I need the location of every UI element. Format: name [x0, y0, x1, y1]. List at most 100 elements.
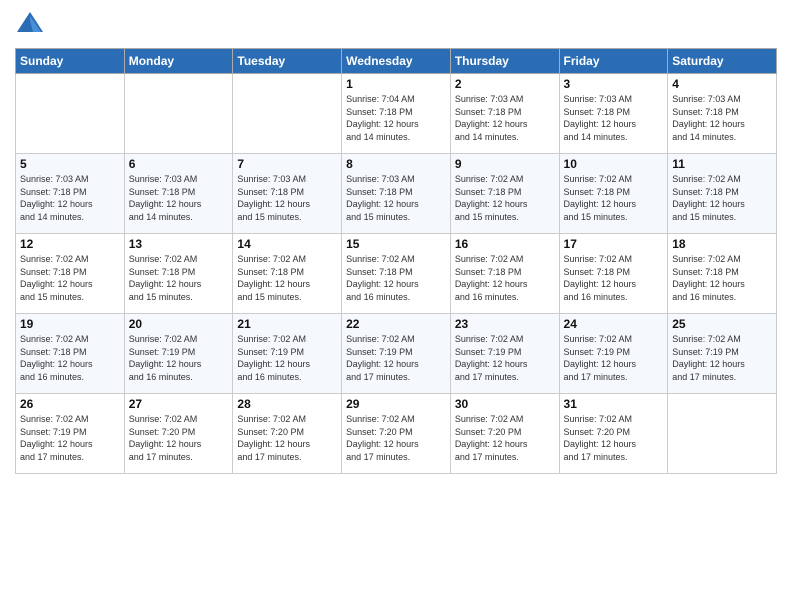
calendar-cell: 27 Sunrise: 7:02 AMSunset: 7:20 PMDayligh…	[124, 394, 233, 474]
calendar-cell	[16, 74, 125, 154]
day-number: 5	[20, 157, 120, 171]
day-info: Sunrise: 7:03 AMSunset: 7:18 PMDaylight:…	[564, 93, 664, 143]
calendar-week-row: 12Sunrise: 7:02 AMSunset: 7:18 PMDayligh…	[16, 234, 777, 314]
day-number: 14	[237, 237, 337, 251]
calendar-cell: 19 Sunrise: 7:02 AMSunset: 7:18 PMDayligh…	[16, 314, 125, 394]
calendar-week-row: 26 Sunrise: 7:02 AMSunset: 7:19 PMDayligh…	[16, 394, 777, 474]
day-number: 4	[672, 77, 772, 91]
day-number: 31	[564, 397, 664, 411]
day-number: 19	[20, 317, 120, 331]
calendar-cell: 16 Sunrise: 7:02 AMSunset: 7:18 PMDayligh…	[450, 234, 559, 314]
day-info: Sunrise: 7:02 AMSunset: 7:18 PMDaylight:…	[672, 173, 772, 223]
calendar-cell: 28Sunrise: 7:02 AMSunset: 7:20 PMDayligh…	[233, 394, 342, 474]
day-number: 26	[20, 397, 120, 411]
page: SundayMondayTuesdayWednesdayThursdayFrid…	[0, 0, 792, 612]
calendar-cell: 17 Sunrise: 7:02 AMSunset: 7:18 PMDayligh…	[559, 234, 668, 314]
day-info: Sunrise: 7:03 AMSunset: 7:18 PMDaylight:…	[237, 173, 337, 223]
day-info: Sunrise: 7:03 AMSunset: 7:18 PMDaylight:…	[20, 173, 120, 223]
day-info: Sunrise: 7:02 AMSunset: 7:19 PMDaylight:…	[237, 333, 337, 383]
calendar-header-row: SundayMondayTuesdayWednesdayThursdayFrid…	[16, 49, 777, 74]
day-number: 30	[455, 397, 555, 411]
day-number: 6	[129, 157, 229, 171]
day-number: 3	[564, 77, 664, 91]
day-info: Sunrise: 7:02 AMSunset: 7:18 PMDaylight:…	[564, 253, 664, 303]
calendar-cell: 18 Sunrise: 7:02 AMSunset: 7:18 PMDayligh…	[668, 234, 777, 314]
day-number: 29	[346, 397, 446, 411]
calendar-cell: 7 Sunrise: 7:03 AMSunset: 7:18 PMDaylight…	[233, 154, 342, 234]
day-info: Sunrise: 7:02 AMSunset: 7:18 PMDaylight:…	[346, 253, 446, 303]
day-info: Sunrise: 7:04 AMSunset: 7:18 PMDaylight:…	[346, 93, 446, 143]
day-info: Sunrise: 7:02 AMSunset: 7:18 PMDaylight:…	[455, 173, 555, 223]
day-number: 2	[455, 77, 555, 91]
day-number: 8	[346, 157, 446, 171]
calendar-cell: 14 Sunrise: 7:02 AMSunset: 7:18 PMDayligh…	[233, 234, 342, 314]
calendar-cell: 2 Sunrise: 7:03 AMSunset: 7:18 PMDaylight…	[450, 74, 559, 154]
calendar-cell: 23Sunrise: 7:02 AMSunset: 7:19 PMDayligh…	[450, 314, 559, 394]
calendar-cell	[124, 74, 233, 154]
calendar-cell: 30Sunrise: 7:02 AMSunset: 7:20 PMDayligh…	[450, 394, 559, 474]
day-info: Sunrise: 7:02 AMSunset: 7:20 PMDaylight:…	[564, 413, 664, 463]
calendar-weekday-friday: Friday	[559, 49, 668, 74]
day-number: 1	[346, 77, 446, 91]
day-number: 17	[564, 237, 664, 251]
calendar-weekday-thursday: Thursday	[450, 49, 559, 74]
day-number: 10	[564, 157, 664, 171]
calendar-cell: 26 Sunrise: 7:02 AMSunset: 7:19 PMDayligh…	[16, 394, 125, 474]
day-number: 15	[346, 237, 446, 251]
calendar-cell: 24 Sunrise: 7:02 AMSunset: 7:19 PMDayligh…	[559, 314, 668, 394]
day-number: 7	[237, 157, 337, 171]
day-info: Sunrise: 7:02 AMSunset: 7:18 PMDaylight:…	[455, 253, 555, 303]
calendar-week-row: 1 Sunrise: 7:04 AMSunset: 7:18 PMDaylight…	[16, 74, 777, 154]
day-info: Sunrise: 7:02 AMSunset: 7:18 PMDaylight:…	[237, 253, 337, 303]
day-number: 11	[672, 157, 772, 171]
calendar-cell: 5 Sunrise: 7:03 AMSunset: 7:18 PMDaylight…	[16, 154, 125, 234]
day-info: Sunrise: 7:02 AMSunset: 7:18 PMDaylight:…	[20, 253, 120, 303]
calendar-cell: 11 Sunrise: 7:02 AMSunset: 7:18 PMDayligh…	[668, 154, 777, 234]
day-info: Sunrise: 7:02 AMSunset: 7:19 PMDaylight:…	[129, 333, 229, 383]
day-info: Sunrise: 7:03 AMSunset: 7:18 PMDaylight:…	[672, 93, 772, 143]
calendar-cell: 29 Sunrise: 7:02 AMSunset: 7:20 PMDayligh…	[342, 394, 451, 474]
calendar-cell: 13Sunrise: 7:02 AMSunset: 7:18 PMDayligh…	[124, 234, 233, 314]
day-info: Sunrise: 7:02 AMSunset: 7:19 PMDaylight:…	[672, 333, 772, 383]
calendar-cell	[668, 394, 777, 474]
calendar-cell: 22Sunrise: 7:02 AMSunset: 7:19 PMDayligh…	[342, 314, 451, 394]
calendar-weekday-saturday: Saturday	[668, 49, 777, 74]
calendar-cell: 10 Sunrise: 7:02 AMSunset: 7:18 PMDayligh…	[559, 154, 668, 234]
calendar-cell: 21 Sunrise: 7:02 AMSunset: 7:19 PMDayligh…	[233, 314, 342, 394]
day-info: Sunrise: 7:02 AMSunset: 7:18 PMDaylight:…	[129, 253, 229, 303]
calendar-cell	[233, 74, 342, 154]
day-info: Sunrise: 7:02 AMSunset: 7:20 PMDaylight:…	[346, 413, 446, 463]
calendar-weekday-sunday: Sunday	[16, 49, 125, 74]
calendar-cell: 20Sunrise: 7:02 AMSunset: 7:19 PMDayligh…	[124, 314, 233, 394]
day-number: 9	[455, 157, 555, 171]
day-number: 25	[672, 317, 772, 331]
header	[15, 10, 777, 40]
day-number: 16	[455, 237, 555, 251]
day-info: Sunrise: 7:03 AMSunset: 7:18 PMDaylight:…	[455, 93, 555, 143]
calendar-cell: 3 Sunrise: 7:03 AMSunset: 7:18 PMDaylight…	[559, 74, 668, 154]
calendar-cell: 12Sunrise: 7:02 AMSunset: 7:18 PMDayligh…	[16, 234, 125, 314]
day-info: Sunrise: 7:02 AMSunset: 7:18 PMDaylight:…	[564, 173, 664, 223]
day-info: Sunrise: 7:02 AMSunset: 7:18 PMDaylight:…	[20, 333, 120, 383]
calendar-cell: 6 Sunrise: 7:03 AMSunset: 7:18 PMDaylight…	[124, 154, 233, 234]
day-info: Sunrise: 7:02 AMSunset: 7:18 PMDaylight:…	[672, 253, 772, 303]
day-number: 28	[237, 397, 337, 411]
calendar-weekday-wednesday: Wednesday	[342, 49, 451, 74]
calendar-cell: 1 Sunrise: 7:04 AMSunset: 7:18 PMDaylight…	[342, 74, 451, 154]
day-info: Sunrise: 7:03 AMSunset: 7:18 PMDaylight:…	[129, 173, 229, 223]
day-number: 24	[564, 317, 664, 331]
day-info: Sunrise: 7:02 AMSunset: 7:19 PMDaylight:…	[564, 333, 664, 383]
day-number: 21	[237, 317, 337, 331]
day-info: Sunrise: 7:02 AMSunset: 7:19 PMDaylight:…	[20, 413, 120, 463]
day-info: Sunrise: 7:03 AMSunset: 7:18 PMDaylight:…	[346, 173, 446, 223]
calendar-week-row: 19 Sunrise: 7:02 AMSunset: 7:18 PMDayligh…	[16, 314, 777, 394]
calendar-table: SundayMondayTuesdayWednesdayThursdayFrid…	[15, 48, 777, 474]
day-number: 23	[455, 317, 555, 331]
day-number: 18	[672, 237, 772, 251]
logo-icon	[15, 10, 45, 40]
day-number: 27	[129, 397, 229, 411]
calendar-cell: 31 Sunrise: 7:02 AMSunset: 7:20 PMDayligh…	[559, 394, 668, 474]
day-info: Sunrise: 7:02 AMSunset: 7:20 PMDaylight:…	[129, 413, 229, 463]
calendar-week-row: 5 Sunrise: 7:03 AMSunset: 7:18 PMDaylight…	[16, 154, 777, 234]
calendar-cell: 8 Sunrise: 7:03 AMSunset: 7:18 PMDaylight…	[342, 154, 451, 234]
